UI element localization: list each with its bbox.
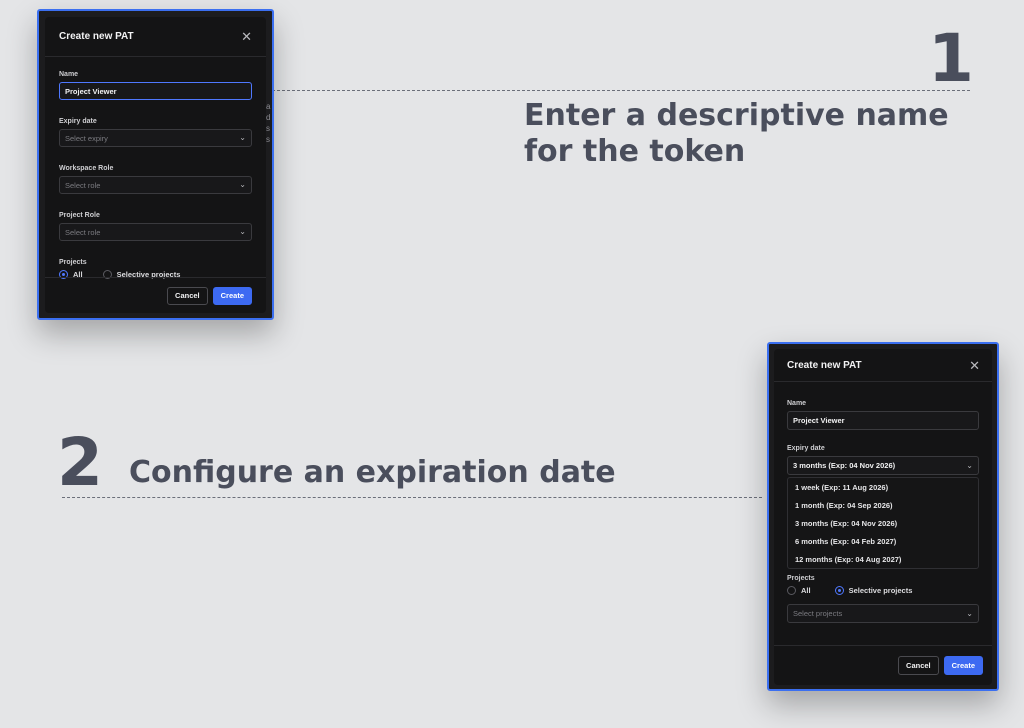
- projects-label: Projects: [787, 575, 815, 582]
- name-input[interactable]: [59, 82, 252, 100]
- modal-body: Name Expiry date Select expiry ⌄ Workspa…: [45, 57, 266, 279]
- project-role-label: Project Role: [59, 212, 100, 219]
- screenshot-frame-step-2: Create new PAT ✕ Name Expiry date 3 mont…: [767, 342, 999, 691]
- create-button[interactable]: Create: [212, 286, 252, 305]
- expiry-placeholder: Select expiry: [65, 133, 108, 143]
- workspace-role-field-group: Workspace Role Select role ⌄: [59, 165, 252, 194]
- create-button[interactable]: Create: [943, 656, 983, 675]
- modal-footer: Cancel Create: [774, 645, 992, 685]
- select-projects-placeholder: Select projects: [793, 609, 843, 618]
- projects-selective-label: Selective projects: [848, 586, 913, 595]
- step-1-caption: Enter a descriptive name for the token: [524, 98, 949, 169]
- close-icon[interactable]: ✕: [241, 30, 252, 43]
- modal-body: Name Expiry date 3 months (Exp: 04 Nov 2…: [774, 382, 992, 623]
- projects-all-option[interactable]: All: [787, 586, 811, 595]
- expiry-field-group: Expiry date 3 months (Exp: 04 Nov 2026) …: [787, 445, 979, 569]
- step-2-caption: Configure an expiration date: [129, 455, 616, 490]
- name-label: Name: [59, 71, 79, 78]
- expiry-label: Expiry date: [59, 118, 97, 125]
- expiry-field-group: Expiry date Select expiry ⌄: [59, 118, 252, 147]
- close-icon[interactable]: ✕: [969, 359, 980, 372]
- expiry-option[interactable]: 1 month (Exp: 04 Sep 2026): [788, 496, 978, 514]
- expiry-select[interactable]: Select expiry ⌄: [59, 129, 252, 147]
- expiry-dropdown-menu: 1 week (Exp: 11 Aug 2026) 1 month (Exp: …: [787, 477, 979, 569]
- modal-header: Create new PAT ✕: [45, 17, 266, 57]
- modal-header: Create new PAT ✕: [774, 349, 992, 382]
- workspace-role-placeholder: Select role: [65, 180, 101, 190]
- projects-field-group: Projects All Selective projects Select p…: [787, 575, 979, 623]
- chevron-down-icon: ⌄: [239, 133, 246, 142]
- workspace-role-select[interactable]: Select role ⌄: [59, 176, 252, 194]
- chevron-down-icon: ⌄: [966, 460, 973, 470]
- project-role-field-group: Project Role Select role ⌄: [59, 212, 252, 241]
- expiry-option[interactable]: 1 week (Exp: 11 Aug 2026): [788, 478, 978, 496]
- workspace-role-label: Workspace Role: [59, 165, 114, 172]
- modal-title: Create new PAT: [787, 359, 862, 371]
- radio-unselected[interactable]: [787, 586, 796, 595]
- expiry-option[interactable]: 12 months (Exp: 04 Aug 2027): [788, 550, 978, 568]
- expiry-option[interactable]: 6 months (Exp: 04 Feb 2027): [788, 532, 978, 550]
- modal-title: Create new PAT: [59, 31, 134, 42]
- expiry-selected-value: 3 months (Exp: 04 Nov 2026): [793, 461, 896, 470]
- name-label: Name: [787, 400, 807, 407]
- chevron-down-icon: ⌄: [239, 227, 246, 236]
- name-input[interactable]: [787, 411, 979, 430]
- name-field-group: Name: [787, 400, 979, 430]
- modal-footer: Cancel Create: [45, 277, 266, 313]
- projects-radio-group: All Selective projects: [787, 586, 979, 595]
- projects-label: Projects: [59, 259, 87, 266]
- projects-all-label: All: [801, 586, 811, 595]
- name-field-group: Name: [59, 71, 252, 100]
- projects-selective-option[interactable]: Selective projects: [834, 586, 913, 595]
- step-1-number: 1: [928, 20, 974, 97]
- step-2-connector: [62, 497, 762, 498]
- create-pat-modal: Create new PAT ✕ Name Expiry date 3 mont…: [774, 349, 992, 685]
- chevron-down-icon: ⌄: [966, 608, 973, 618]
- projects-field-group: Projects All Selective projects: [59, 259, 252, 279]
- chevron-down-icon: ⌄: [239, 180, 246, 189]
- radio-selected[interactable]: [834, 586, 844, 595]
- step-1-connector: [262, 90, 970, 91]
- screenshot-frame-step-1: a d s s Create new PAT ✕ Name Expiry dat…: [37, 9, 274, 320]
- project-role-select[interactable]: Select role ⌄: [59, 223, 252, 241]
- step-2-number: 2: [57, 424, 103, 501]
- cancel-button[interactable]: Cancel: [167, 286, 208, 305]
- create-pat-modal: Create new PAT ✕ Name Expiry date Select…: [45, 17, 266, 313]
- expiry-label: Expiry date: [787, 445, 825, 452]
- background-page-peek: a d s s: [266, 102, 271, 144]
- project-role-placeholder: Select role: [65, 227, 101, 237]
- expiry-select[interactable]: 3 months (Exp: 04 Nov 2026) ⌄: [787, 456, 979, 475]
- cancel-button[interactable]: Cancel: [898, 656, 939, 675]
- expiry-option[interactable]: 3 months (Exp: 04 Nov 2026): [788, 514, 978, 532]
- select-projects-dropdown[interactable]: Select projects ⌄: [787, 604, 979, 623]
